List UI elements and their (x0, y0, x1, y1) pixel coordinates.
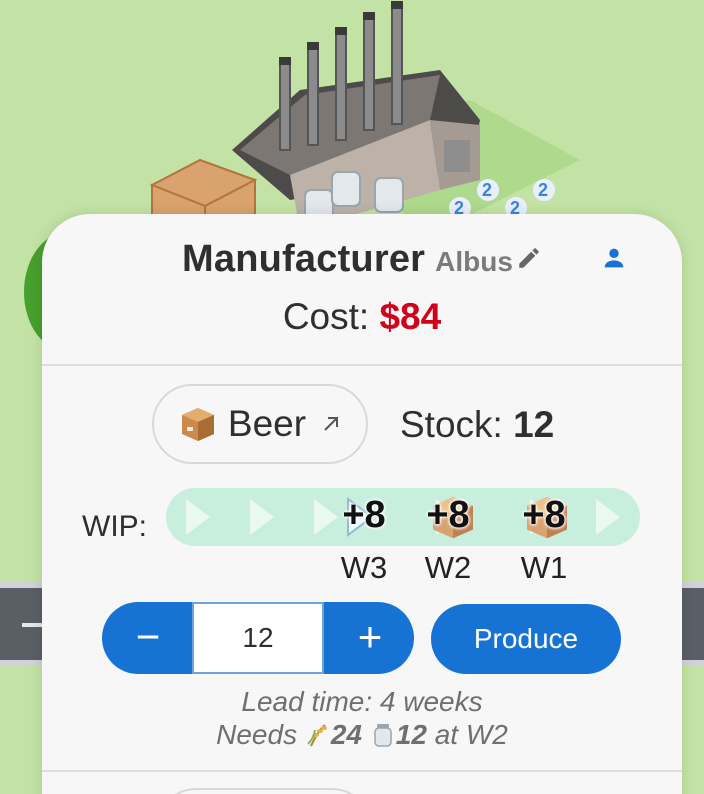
product-button[interactable]: Beer (152, 384, 368, 464)
chevron-right-icon (186, 499, 210, 535)
needs-jar-amount: 12 (395, 719, 427, 750)
external-link-icon (324, 417, 339, 431)
increment-button[interactable]: + (326, 602, 414, 674)
needs-grain-amount: 24 (330, 719, 362, 750)
wip-week: W1 (520, 550, 568, 585)
quantity-stepper: − + (102, 602, 414, 674)
product-label: Beer (227, 403, 307, 444)
wip-amount: +8 (342, 494, 386, 536)
wip-week: W3 (340, 550, 388, 585)
lead-time-text: Lead time: 4 weeks (241, 686, 483, 717)
role-title: Manufacturer (182, 238, 426, 280)
cost-row: Cost: $84 (42, 296, 682, 338)
divider (42, 770, 682, 772)
divider (42, 364, 682, 366)
cost-value: $84 (379, 296, 442, 337)
box-icon (181, 408, 214, 441)
wip-week: W2 (424, 550, 472, 585)
pencil-icon[interactable] (516, 245, 542, 271)
user-icon[interactable] (600, 244, 628, 272)
jar-icon (374, 724, 392, 747)
stock-label: Stock: (400, 404, 503, 445)
needs-row: Needs 24 12 at W2 (42, 719, 682, 751)
manufacturer-panel: Manufacturer Albus Cost: $84 Beer Stock:… (42, 214, 682, 794)
player-name[interactable]: Albus (435, 246, 513, 278)
svg-text:2: 2 (482, 180, 492, 200)
grain-icon (307, 724, 327, 747)
svg-text:2: 2 (538, 180, 548, 200)
needs-prefix: Needs (216, 719, 298, 750)
quantity-input[interactable] (192, 602, 324, 674)
cost-label: Cost: (282, 296, 370, 337)
wip-label: WIP: (82, 510, 147, 543)
chevron-right-icon (250, 499, 274, 535)
decrement-button[interactable]: − (104, 602, 192, 674)
needs-suffix: at W2 (434, 719, 508, 750)
produce-button[interactable]: Produce (431, 604, 621, 674)
next-section-pill (156, 788, 372, 794)
stock-value: 12 (513, 404, 555, 445)
panel-header: Manufacturer Albus (42, 238, 682, 288)
stock-row: Stock: 12 (400, 404, 554, 446)
wip-amount: +8 (426, 494, 470, 536)
wip-amount: +8 (522, 494, 566, 536)
factory-illustration: 2 2 2 2 (149, 1, 580, 230)
chevron-right-icon (596, 499, 620, 535)
